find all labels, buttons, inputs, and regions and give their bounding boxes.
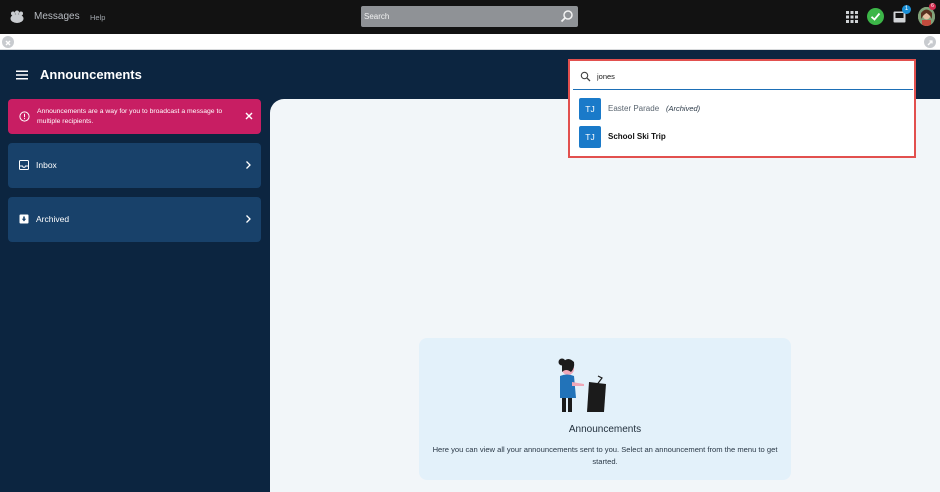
nav-item-inbox[interactable]: Inbox xyxy=(8,143,261,188)
nav-item-label: Inbox xyxy=(36,160,57,170)
info-circle-icon xyxy=(19,111,30,122)
chevron-right-icon xyxy=(246,161,251,169)
announcement-search xyxy=(573,64,913,90)
search-result-item[interactable]: TJ Easter Parade (Archived) xyxy=(576,96,910,122)
global-search xyxy=(361,6,578,27)
archived-tag: (Archived) xyxy=(666,104,701,113)
inbox-icon xyxy=(19,160,29,170)
close-window-button[interactable] xyxy=(2,36,14,48)
expand-icon xyxy=(927,40,933,46)
app-logo-icon[interactable] xyxy=(9,9,25,25)
empty-state-card: Announcements Here you can view all your… xyxy=(419,338,791,480)
result-avatar: TJ xyxy=(579,98,601,120)
search-result-item[interactable]: TJ School Ski Trip xyxy=(576,124,910,150)
result-title: Easter Parade xyxy=(608,104,660,113)
expand-window-button[interactable] xyxy=(924,36,936,48)
empty-state-title: Announcements xyxy=(568,424,642,435)
close-icon xyxy=(5,40,11,46)
app-title[interactable]: Messages xyxy=(34,11,80,22)
chevron-right-icon xyxy=(246,215,251,223)
archive-icon xyxy=(19,214,29,224)
nav-item-label: Archived xyxy=(36,214,70,224)
apps-grid-icon[interactable] xyxy=(846,11,858,23)
close-icon[interactable] xyxy=(244,111,254,121)
alert-message: Announcements are a way for you to broad… xyxy=(37,108,223,125)
top-bar: Messages Help 1 6 xyxy=(0,0,940,34)
hamburger-menu-icon[interactable] xyxy=(16,70,28,80)
status-check-icon[interactable] xyxy=(867,8,884,25)
announcement-search-input[interactable] xyxy=(597,68,897,85)
person-at-podium-illustration xyxy=(558,358,606,412)
result-avatar: TJ xyxy=(579,126,601,148)
info-alert: Announcements are a way for you to broad… xyxy=(8,99,261,134)
avatar-alert-badge: 6 xyxy=(929,3,936,10)
result-title: School Ski Trip xyxy=(608,132,666,141)
search-results-dropdown: TJ Easter Parade (Archived) TJ School Sk… xyxy=(568,59,916,158)
search-icon xyxy=(580,71,591,82)
global-search-input[interactable] xyxy=(361,6,556,27)
search-icon[interactable] xyxy=(558,8,576,25)
window-toolbar xyxy=(0,34,940,50)
help-link[interactable]: Help xyxy=(90,13,105,22)
empty-state-description: Here you can view all your announcements… xyxy=(432,445,778,466)
inbox-count-badge: 1 xyxy=(902,5,911,14)
page-title: Announcements xyxy=(40,67,142,82)
nav-item-archived[interactable]: Archived xyxy=(8,197,261,242)
